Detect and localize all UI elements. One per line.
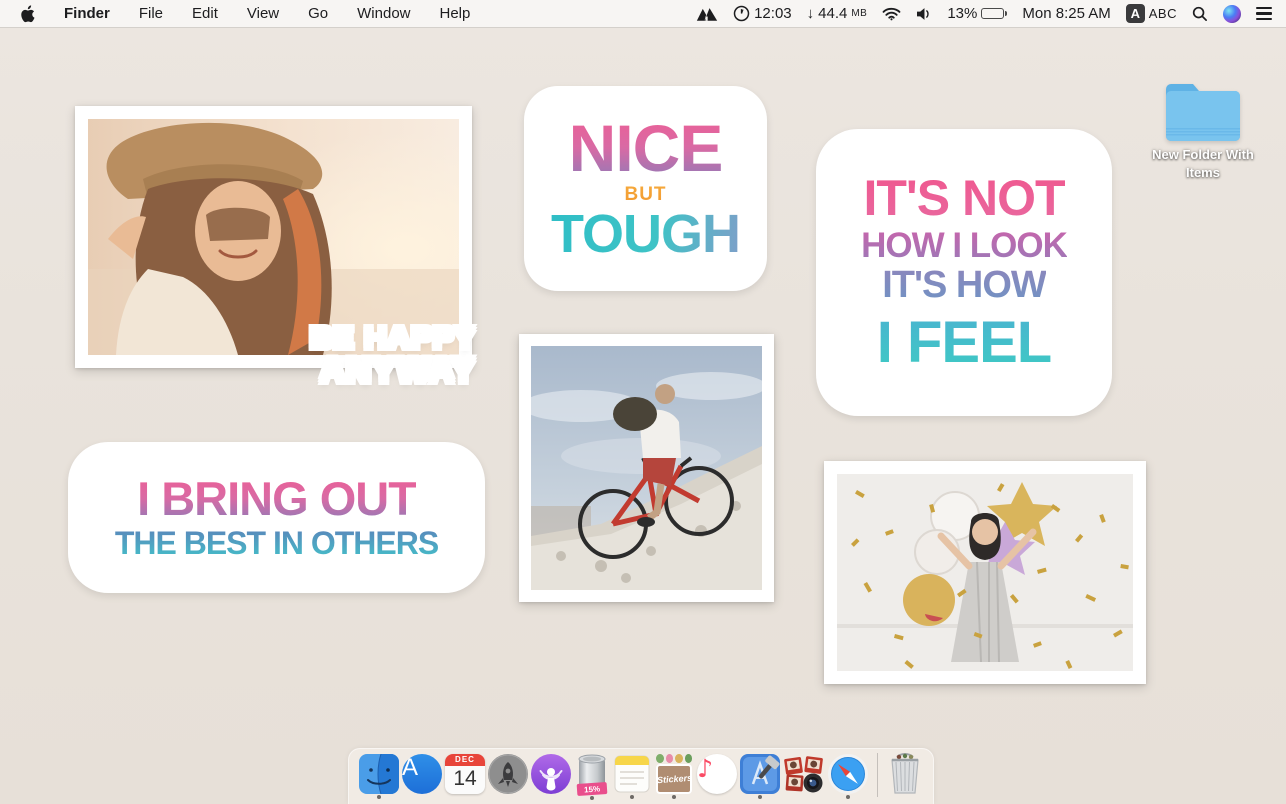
siri-icon[interactable] [1223,4,1241,23]
dock-divider [877,752,878,797]
input-source-icon: A [1125,4,1145,23]
dock-launchpad-icon[interactable] [488,752,528,798]
bandwidth-status[interactable]: ↓ 44.4 MB [807,5,868,22]
wifi-icon[interactable] [882,7,901,21]
clock-time: 12:03 [754,5,792,22]
sticker-line-i-bring-out: I BRING OUT [137,472,417,526]
input-source-label: ABC [1148,6,1177,21]
folder-icon [1166,84,1240,141]
download-value: 44.4 [818,5,848,22]
sticker-its-how-i-feel[interactable]: IT'S NOT HOW I LOOK IT'S HOW I FEEL [816,129,1112,416]
menu-edit[interactable]: Edit [192,5,218,22]
sticker-line-nice: NICE [568,111,724,186]
menubar-clock[interactable]: Mon 8:25 AM [1022,5,1110,22]
notification-center-icon[interactable] [1256,7,1272,20]
input-source[interactable]: A ABC [1125,4,1177,23]
sticker-line-tough: TOUGH [550,203,741,264]
photo-confetti-celebration[interactable] [824,461,1146,684]
dock-calendar-icon[interactable]: DEC 14 [445,752,485,798]
menu-file[interactable]: File [139,5,163,22]
dock-finder-icon[interactable] [359,752,399,799]
dock-podcasts-icon[interactable] [531,752,571,798]
sticker-line-the-best: THE BEST IN OTHERS [114,525,439,562]
photo-be-happy-anyway[interactable]: BE HAPPY ANYWAY [75,106,475,388]
sticker-i-bring-out-the-best[interactable]: I BRING OUT THE BEST IN OTHERS [68,442,485,593]
dock: A DEC 14 15% Stickers ♪ [348,748,934,804]
menu-finder[interactable]: Finder [64,5,110,22]
sticker-line-its-not: IT'S NOT [863,170,1065,227]
confetti-woman-photo-image [837,474,1133,671]
desktop-folder-new-folder-with-items[interactable]: New Folder With Items [1138,76,1268,181]
download-arrow: ↓ [806,5,815,22]
download-unit: MB [851,8,868,19]
be-happy-anyway-caption: BE HAPPY ANYWAY [310,322,476,388]
dock-app-store-icon[interactable]: A [402,752,442,798]
battery-status[interactable]: 13% [947,5,1008,22]
menu-bar: Finder File Edit View Go Window Help 12:… [0,0,1286,28]
spotlight-search-icon[interactable] [1192,6,1208,22]
dock-stickers-icon[interactable]: Stickers [654,752,694,799]
menu-window[interactable]: Window [357,5,410,22]
caption-line-2: ANYWAY [310,353,476,388]
dock-trash-icon[interactable] [887,752,923,798]
mountain-m-icon[interactable] [696,6,718,22]
dock-music-icon[interactable]: ♪ [697,752,738,798]
menu-help[interactable]: Help [440,5,471,22]
volume-icon[interactable] [916,7,932,21]
menu-go[interactable]: Go [308,5,328,22]
menu-view[interactable]: View [247,5,279,22]
sticker-line-how-i-look: HOW I LOOK [861,226,1068,266]
dock-battery-can-icon[interactable]: 15% [574,753,610,800]
clock-status[interactable]: 12:03 [733,5,792,22]
caption-line-1: BE HAPPY [309,320,476,355]
battery-percent: 13% [947,5,978,22]
dock-safari-icon[interactable] [828,752,869,799]
sticker-line-its-how: IT'S HOW [882,263,1047,306]
battery-icon [981,8,1008,19]
sticker-line-i-feel: I FEEL [876,309,1052,375]
dock-notes-icon[interactable] [613,752,651,799]
apple-menu-icon[interactable] [20,4,35,23]
folder-label: New Folder With Items [1152,147,1254,180]
photo-mountain-biker[interactable] [519,334,774,602]
desktop: New Folder With Items BE HAPPY ANYWAY NI… [0,28,1286,804]
clock-icon [733,5,750,22]
mountain-biker-photo-image [531,346,762,590]
sticker-line-but: BUT [624,184,667,206]
dock-photo-booth-icon[interactable] [783,752,825,798]
sticker-nice-but-tough[interactable]: NICE BUT TOUGH [524,86,767,291]
dock-xcode-icon[interactable] [740,752,781,799]
